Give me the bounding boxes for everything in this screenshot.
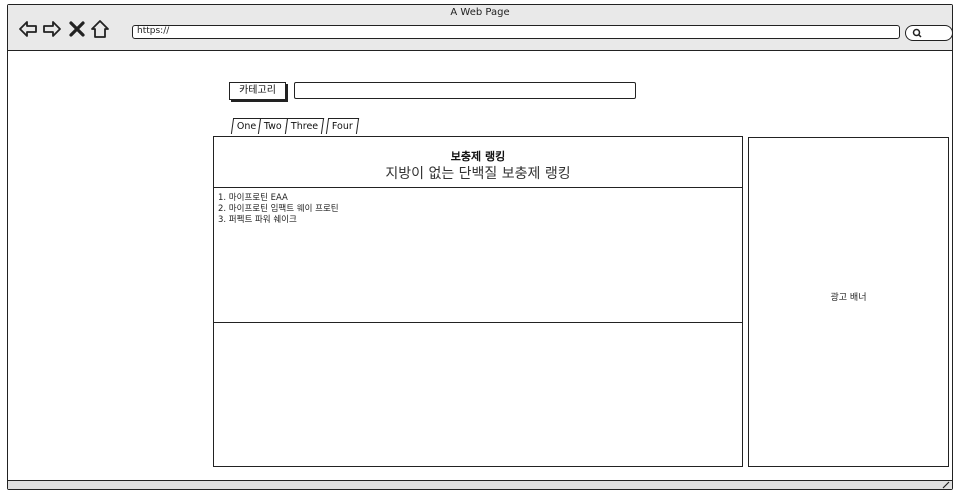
list-item[interactable]: 1. 마이프로틴 EAA [218,193,742,204]
search-button[interactable] [905,25,953,41]
ad-banner[interactable]: 광고 배너 [748,137,949,467]
close-icon[interactable] [67,19,87,39]
tab-four-label: Four [331,121,353,132]
ranking-header: 보충제 랭킹 지방이 없는 단백질 보충제 랭킹 [214,137,742,188]
category-button[interactable]: 카테고리 [229,82,286,100]
tab-four[interactable]: Four [325,118,359,134]
search-icon [912,28,922,38]
resize-grip-icon[interactable] [942,481,950,489]
category-input[interactable] [294,82,636,99]
list-item[interactable]: 3. 퍼펙트 파워 쉐이크 [218,215,742,226]
ranking-panel: 보충제 랭킹 지방이 없는 단백질 보충제 랭킹 1. 마이프로틴 EAA 2.… [213,136,743,467]
list-item[interactable]: 2. 마이프로틴 임팩트 웨이 프로틴 [218,204,742,215]
ranking-list: 1. 마이프로틴 EAA 2. 마이프로틴 임팩트 웨이 프로틴 3. 퍼펙트 … [214,188,742,323]
tab-two[interactable]: Two [257,118,288,134]
ranking-subtitle: 지방이 없는 단백질 보충제 랭킹 [385,166,571,182]
browser-toolbar: A Web Page https:// [8,5,953,51]
status-bar [8,480,952,489]
forward-arrow-icon[interactable] [42,19,62,39]
url-bar[interactable]: https:// [132,25,900,39]
tab-two-label: Two [263,121,282,132]
tab-one-label: One [236,121,257,132]
home-icon[interactable] [90,19,110,39]
ad-banner-label: 광고 배너 [830,293,867,303]
ranking-title: 보충제 랭킹 [450,150,506,163]
tab-three-label: Three [290,121,319,132]
tab-three[interactable]: Three [284,118,325,134]
back-arrow-icon[interactable] [18,19,38,39]
url-text: https:// [137,26,170,36]
window-title: A Web Page [450,7,510,18]
